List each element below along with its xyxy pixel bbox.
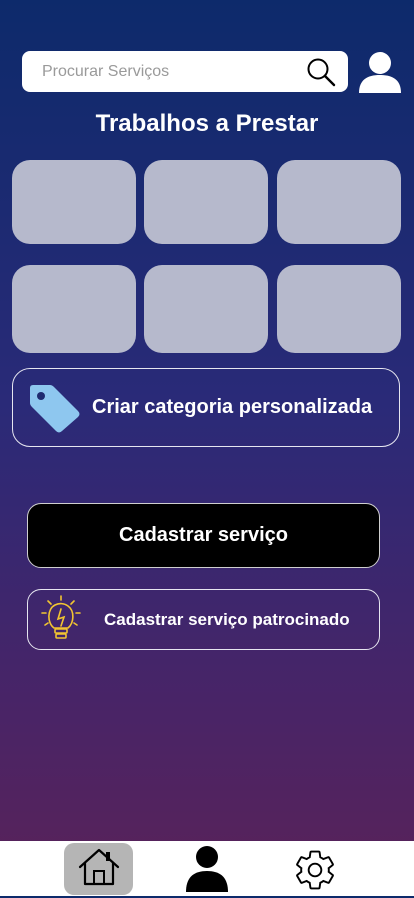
search-input[interactable] <box>40 61 306 82</box>
nav-profile-button[interactable] <box>184 845 230 893</box>
category-tile[interactable] <box>144 265 268 353</box>
create-custom-category-button[interactable]: Criar categoria personalizada <box>12 368 400 447</box>
category-tile[interactable] <box>12 160 136 244</box>
category-tile[interactable] <box>277 265 401 353</box>
custom-category-label: Criar categoria personalizada <box>92 396 373 418</box>
gear-icon <box>292 850 338 897</box>
sponsored-service-label: Cadastrar serviço patrocinado <box>104 609 350 629</box>
register-service-label: Cadastrar serviço <box>119 524 288 546</box>
register-sponsored-service-button[interactable]: Cadastrar serviço patrocinado <box>27 589 380 650</box>
lightbulb-icon <box>41 594 81 645</box>
tag-icon <box>26 383 82 433</box>
search-bar[interactable] <box>22 51 348 92</box>
register-service-button[interactable]: Cadastrar serviço <box>27 503 380 568</box>
nav-home-button[interactable] <box>64 843 133 895</box>
home-icon <box>77 847 121 892</box>
bottom-nav <box>0 841 414 896</box>
user-icon <box>184 846 230 897</box>
profile-avatar-icon[interactable] <box>357 50 403 94</box>
category-tile[interactable] <box>12 265 136 353</box>
nav-settings-button[interactable] <box>292 847 338 893</box>
page-title: Trabalhos a Prestar <box>95 110 319 137</box>
category-tile[interactable] <box>277 160 401 244</box>
category-tile[interactable] <box>144 160 268 244</box>
search-icon[interactable] <box>306 57 336 87</box>
